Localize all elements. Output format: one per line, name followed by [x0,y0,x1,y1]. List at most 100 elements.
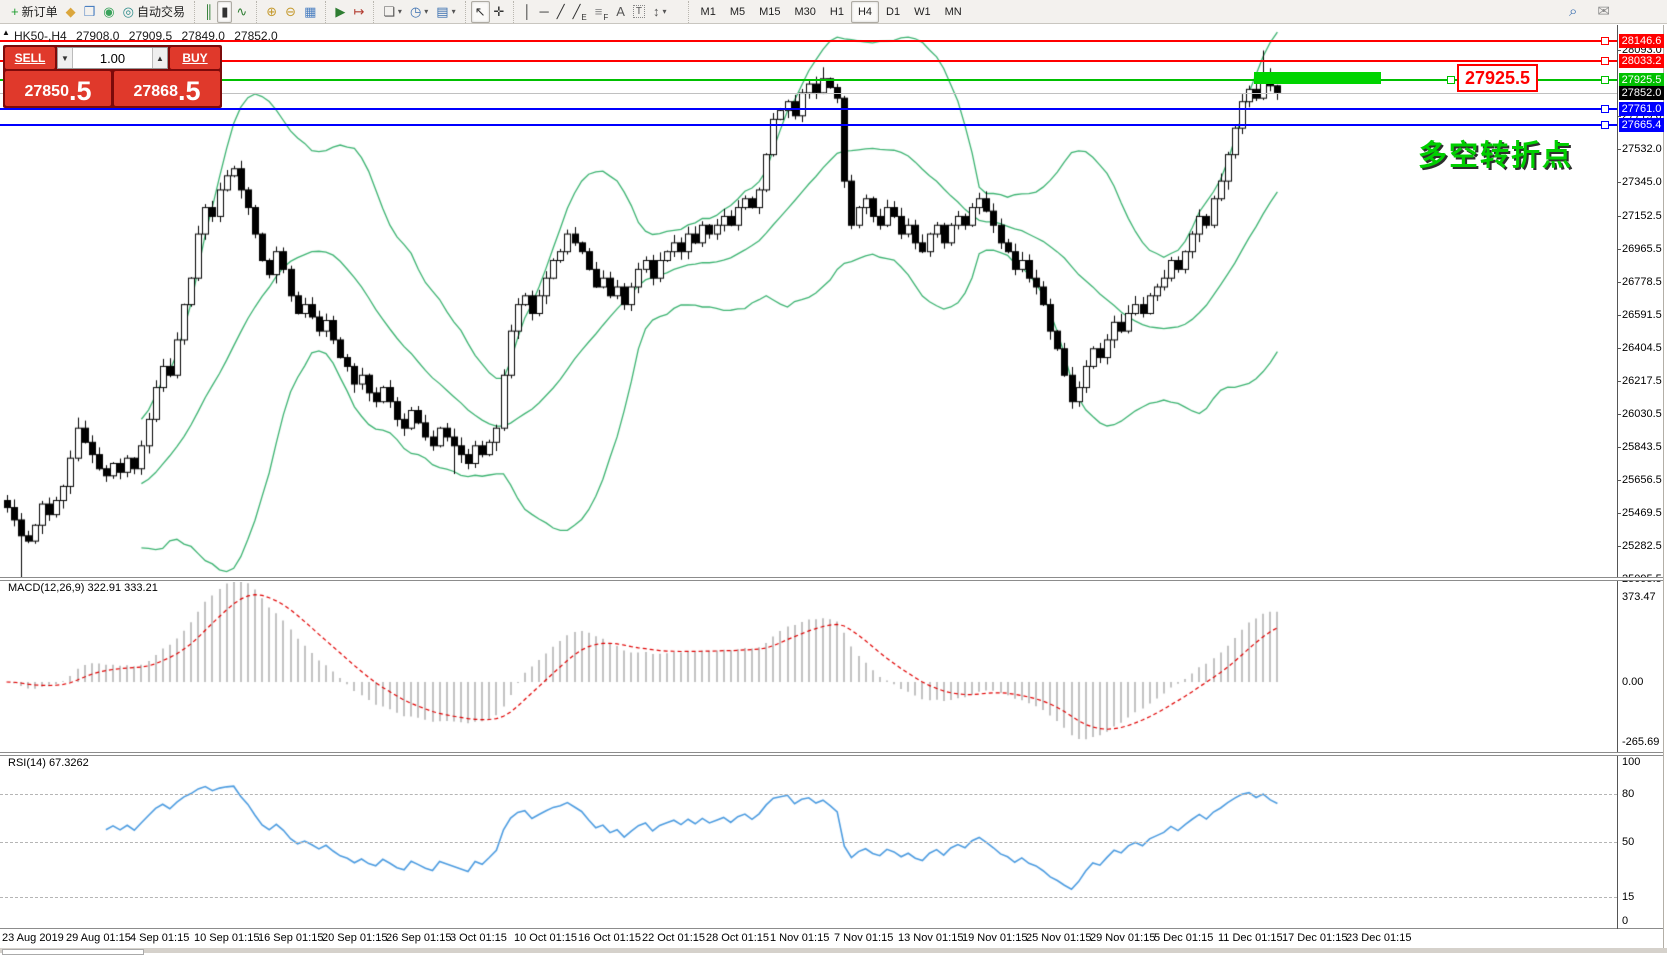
fibonacci-button[interactable]: ≡ F [591,1,612,23]
line-handle[interactable] [1447,75,1455,84]
volume-input[interactable]: 1.00 [73,48,152,68]
zoom-out-button[interactable]: ⊖ [281,1,300,23]
charts-window-button[interactable]: ❒ [80,1,100,23]
price-tick-mark [1617,314,1621,316]
search-button[interactable]: ⌕ [1565,1,1581,23]
line-handle[interactable] [1601,104,1609,113]
price-tick-mark [1617,182,1621,183]
timeframe-m5-button[interactable]: M5 [723,1,752,23]
trendline-button[interactable]: ╱ [553,1,569,23]
time-axis-label: 11 Dec 01:15 [1218,932,1283,944]
price-tick-label: 27152.5 [1622,209,1662,222]
periods-button[interactable]: ◷ ▾ [406,1,432,23]
text-button[interactable]: A [612,1,629,23]
bid-price-label: 27852.0 [1619,85,1664,100]
low-value: 27849.0 [181,29,225,43]
timeframe-w1-button[interactable]: W1 [907,1,938,23]
chart-shift-button[interactable]: ↦ [349,1,368,23]
sell-price[interactable]: 27850.5 [5,71,111,106]
time-axis-label: 16 Oct 01:15 [578,932,641,944]
charts-icon: ❒ [83,4,96,19]
horizontal-line-object[interactable] [0,124,1617,127]
buy-button[interactable]: BUY [170,47,220,69]
sell-price-main: 27850 [24,83,69,100]
timeframe-h1-button[interactable]: H1 [823,1,851,23]
price-tick-mark [1617,49,1621,51]
channel-icon: ╱ [572,4,581,19]
volume-spinner: ▼ 1.00 ▲ [57,47,168,69]
templates-button[interactable]: ▤ ▾ [432,1,459,23]
horizontal-line-object[interactable] [0,59,1617,62]
line-handle[interactable] [1601,75,1609,84]
highlight-band[interactable] [1254,72,1381,84]
price-tick-mark [1617,479,1621,481]
timeframe-m1-button[interactable]: M1 [694,1,723,23]
line-handle[interactable] [1601,36,1609,45]
price-tick-label: 25843.5 [1622,440,1662,453]
timeframe-d1-button[interactable]: D1 [879,1,907,23]
line-handle[interactable] [1601,121,1609,130]
line-handle[interactable] [1601,56,1609,65]
timeframe-mn-button[interactable]: MN [938,1,969,23]
price-macd-separator[interactable] [0,577,1663,581]
price-tick-mark [1617,347,1621,349]
cursor-button[interactable]: ↖ [470,0,490,23]
crosshair-button[interactable]: ✛ [490,1,509,23]
sell-button[interactable]: SELL [5,47,55,69]
sounds-button[interactable]: ◉ [99,1,118,23]
close-value: 27852.0 [234,29,278,43]
tile-windows-button[interactable]: ▦ [300,1,320,23]
time-axis-label: 1 Nov 01:15 [770,932,830,944]
bar-chart-button[interactable]: ║ [200,1,217,23]
rsi-level-line [0,793,1617,795]
buy-price-main: 27868 [133,83,178,100]
autotrading-button[interactable]: ◎ 自动交易 [119,1,189,23]
price-tick-label: 26404.5 [1622,341,1662,354]
price-axis[interactable]: 28093.0 27719.0 27532.0 27345.0 27152.5 26965… [1618,0,1664,953]
auto-scroll-button[interactable]: ▶ [331,1,349,23]
line-chart-icon: ∿ [236,4,248,19]
chat-button[interactable]: ✉ [1593,1,1614,23]
new-chart-button[interactable]: ❏ ▾ [379,1,406,23]
profile-icon: ◆ [65,4,76,19]
timeframe-m30-button[interactable]: M30 [788,1,823,23]
horizontal-line-object[interactable] [0,107,1617,110]
macd-rsi-separator[interactable] [0,752,1663,756]
macd-axis-label: -265.69 [1622,736,1660,749]
timeframe-h4-button[interactable]: H4 [850,0,880,23]
autotrading-button-label: 自动交易 [136,5,185,19]
zoom-in-button[interactable]: ⊕ [262,1,281,23]
new-order-button[interactable]: + 新订单 [7,1,62,23]
price-tick-mark [1617,545,1621,547]
bar-chart-icon: ║ [203,4,214,19]
channel-button[interactable]: ╱ E [569,1,591,23]
price-tick-label: 26778.5 [1622,275,1662,288]
new-order-icon: + [11,4,19,19]
one-click-collapse-icon[interactable]: ▲ [2,28,10,37]
line-price-label: 28033.2 [1619,53,1664,68]
time-axis-label: 20 Sep 01:15 [322,932,388,944]
price-chart-canvas[interactable] [0,28,1617,578]
candlestick-button[interactable]: ▮ [217,0,233,23]
price-tag-label[interactable]: 27925.5 [1457,64,1538,92]
profiles-button[interactable]: ◆ [62,1,80,23]
status-box [2,949,144,955]
horizontal-line-button[interactable]: ─ [536,1,553,23]
arrows-button[interactable]: ↕ ▾ [649,1,671,23]
new-order-button-label: 新订单 [21,5,58,19]
vertical-line-button[interactable]: │ [519,1,535,23]
line-price-label: 27761.0 [1619,101,1664,116]
volume-decrease-button[interactable]: ▼ [58,48,73,68]
volume-increase-button[interactable]: ▲ [152,48,167,68]
horizontal-line-icon: ─ [539,4,549,19]
tile-windows-icon: ▦ [304,4,317,19]
price-tick-mark [1617,446,1621,448]
label-button[interactable]: T [629,1,649,23]
rsi-header: RSI(14) 67.3262 [8,757,89,769]
buy-price[interactable]: 27868.5 [114,71,220,106]
line-chart-button[interactable]: ∿ [232,1,251,23]
timeframe-m15-button[interactable]: M15 [752,1,787,23]
price-tick-label: 25656.5 [1622,473,1662,486]
macd-canvas[interactable] [0,582,1617,752]
turning-point-text[interactable]: 多空转折点 [1418,132,1573,174]
